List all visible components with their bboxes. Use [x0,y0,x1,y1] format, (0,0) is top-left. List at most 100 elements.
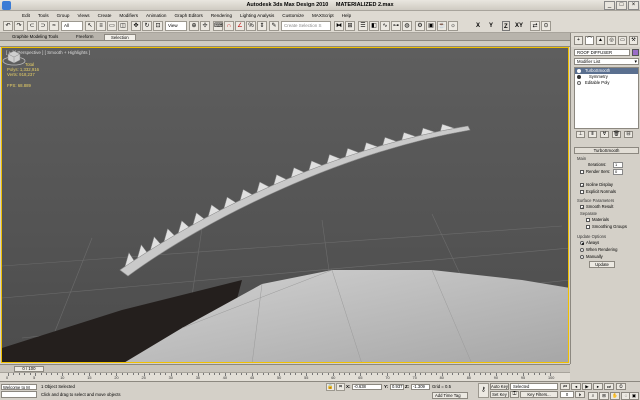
materials-checkbox[interactable] [586,217,590,222]
named-selection-sets-field[interactable]: Create Selection S [281,21,331,31]
expand-icon[interactable] [577,81,581,85]
smooth-result-checkbox[interactable]: ✓ [580,204,584,209]
always-radio[interactable] [580,240,584,245]
render-setup-icon[interactable]: ⚙ [415,21,425,31]
add-time-tag-button[interactable]: Add Time Tag [432,392,468,399]
iterations-spinner[interactable]: 1 [613,162,623,168]
curve-editor-icon[interactable]: ∿ [380,21,390,31]
play-icon[interactable]: ▶ [582,383,592,390]
x-coord-field[interactable]: -0.638 [352,384,382,390]
track-bar[interactable]: 0 5 10 15 20 25 30 35 40 45 50 55 60 65 70 75 80 85 90 95 10… [0,372,570,381]
menu-edit[interactable]: Edit [18,12,34,20]
current-frame-field[interactable]: 0 [560,391,574,398]
close-button[interactable]: × [628,1,639,10]
rendered-frame-icon[interactable]: ▣ [426,21,436,31]
scale-icon[interactable]: ⊡ [153,21,163,31]
absolute-mode-icon[interactable]: ⌗ [336,383,345,391]
render-iterative-icon[interactable]: ☼ [448,21,458,31]
menu-help[interactable]: Help [338,12,355,20]
bulb-icon[interactable] [577,75,581,79]
reference-coord-dropdown[interactable]: View [165,21,187,31]
pan-icon[interactable]: ✋ [610,392,620,400]
lock-selection-icon[interactable]: 🔒 [326,383,335,391]
modify-tab-icon[interactable]: ⌒ [585,36,594,45]
object-name-field[interactable]: ROOF DIFFUSER [574,49,630,56]
pin-stack-icon[interactable]: ⊥ [576,131,585,138]
menu-tools[interactable]: Tools [34,12,53,20]
window-crossing-icon[interactable]: ◫ [118,21,128,31]
rotate-icon[interactable]: ↻ [142,21,152,31]
isoline-display-checkbox[interactable]: ✓ [580,182,584,187]
maximize-viewport-icon[interactable]: ▣ [629,392,639,400]
unlink-icon[interactable]: ⊃ [38,21,48,31]
key-mode-icon[interactable]: ⚷ [478,383,489,398]
modifier-list-dropdown[interactable]: Modifier List [574,58,639,65]
key-filters-button[interactable]: Key Filters... [520,391,558,398]
bind-spacewarp-icon[interactable]: ≈ [49,21,59,31]
maximize-button[interactable]: □ [616,1,627,10]
menu-create[interactable]: Create [94,12,116,20]
materials-row[interactable]: Materials [586,217,609,223]
render-iters-row[interactable]: Render Iters: [580,169,610,175]
zoom-icon[interactable]: ⌕ [588,392,598,400]
create-tab-icon[interactable]: + [574,36,583,45]
angle-snap-icon[interactable]: ∠ [235,21,245,31]
scene-canvas[interactable] [2,48,569,363]
selection-filter-dropdown[interactable]: All [61,21,83,31]
redo-icon[interactable]: ↷ [14,21,24,31]
y-coord-field[interactable]: 0.937 [390,384,404,390]
minimize-button[interactable]: _ [604,1,615,10]
show-end-result-icon[interactable]: Ⅱ [588,131,597,138]
time-slider[interactable]: 0 / 100 [0,364,570,372]
z-coord-field[interactable]: -1.309 [411,384,430,390]
menu-maxscript[interactable]: MAXScript [308,12,338,20]
go-to-end-icon[interactable]: ⏭ [604,383,614,390]
previous-frame-icon[interactable]: ◂ [571,383,581,390]
menu-animation[interactable]: Animation [142,12,170,20]
menu-modifiers[interactable]: Modifiers [115,12,142,20]
undo-icon[interactable]: ↶ [3,21,13,31]
perspective-viewport[interactable]: [ + ] [ Perspective ] [ Smooth + Highlig… [1,47,569,363]
link-icon[interactable]: ⊂ [27,21,37,31]
tab-selection[interactable]: Selection [104,34,136,40]
maxscript-listener-field[interactable]: Welcome to M [1,384,37,390]
hierarchy-tab-icon[interactable]: ▲ [596,36,605,45]
always-row[interactable]: Always [580,240,599,246]
axis-y-button[interactable]: Y [489,21,493,31]
configure-sets-icon[interactable]: ⊟ [624,131,633,138]
align-icon[interactable]: ⊞ [345,21,355,31]
set-key-button[interactable]: Set Key [490,391,509,398]
render-production-icon[interactable]: ☕ [437,21,447,31]
spinner-snap-icon[interactable]: ⇕ [257,21,267,31]
smooth-result-row[interactable]: ✓ Smooth Result [580,204,613,210]
graphite-tools-icon[interactable]: ◧ [369,21,379,31]
motion-tab-icon[interactable]: ◎ [607,36,616,45]
explicit-normals-row[interactable]: Explicit Normals [580,189,616,195]
make-unique-icon[interactable]: ∀ [600,131,609,138]
material-editor-icon[interactable]: ◍ [402,21,412,31]
object-color-swatch[interactable] [632,49,639,56]
smoothing-groups-checkbox[interactable] [586,224,590,229]
pivot-center-icon[interactable]: ⊕ [189,21,199,31]
render-iters-checkbox[interactable] [580,169,584,174]
mirror-icon[interactable]: ⧓ [334,21,344,31]
axis-lock-icon[interactable]: ⇄ [530,21,540,31]
zoom-region-icon[interactable]: ⊙ [541,21,551,31]
isoline-display-row[interactable]: ✓ Isoline Display [580,182,613,188]
menu-group[interactable]: Group [53,12,74,20]
stack-item-editable-poly[interactable]: Editable Poly [575,80,638,86]
menu-lighting-analysis[interactable]: Lighting Analysis [236,12,278,20]
go-to-start-icon[interactable]: ⏮ [560,383,570,390]
axis-z-button[interactable]: Z [502,21,510,31]
axis-xy-button[interactable]: XY [515,21,523,31]
next-frame-icon[interactable]: ▸ [593,383,603,390]
key-selection-dropdown[interactable]: Selected [510,383,558,390]
set-key-icon[interactable]: ⚿ [510,391,519,398]
tab-freeform[interactable]: Freeform [70,34,99,40]
smoothing-groups-row[interactable]: Smoothing Groups [586,224,627,230]
render-iters-spinner[interactable]: 0 [613,169,623,175]
schematic-view-icon[interactable]: ⊶ [391,21,401,31]
time-config-icon[interactable]: ⏲ [616,383,626,390]
maxscript-output-field[interactable] [1,391,37,398]
menu-rendering[interactable]: Rendering [207,12,236,20]
